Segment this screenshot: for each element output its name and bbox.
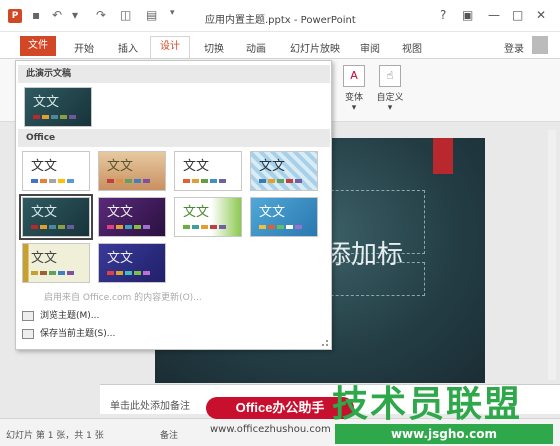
tab-animations[interactable]: 动画 [246,40,266,55]
theme-thumb-organic[interactable]: 文文 [22,243,90,283]
tab-slideshow[interactable]: 幻灯片放映 [290,40,340,55]
resize-grip-icon[interactable] [322,340,328,346]
vertical-scrollbar[interactable] [548,130,556,380]
close-button[interactable]: ✕ [536,8,546,22]
section-this-presentation: 此演示文稿 [18,65,330,83]
customize-label: 自定义 [376,93,404,103]
theme-thumb-current[interactable]: 文文 [24,87,92,127]
variants-icon: A [343,65,365,87]
help-button[interactable]: ? [440,8,446,22]
variants-label: 变体 [344,93,363,103]
watermark-url: www.jsgho.com [335,424,553,444]
save-theme-icon [22,328,34,339]
avatar[interactable] [532,36,548,54]
login-link[interactable]: 登录 [504,40,524,55]
undo-icon[interactable]: ↶ [52,8,62,22]
save-theme-label: 保存当前主题(S)... [40,329,116,339]
theme-thumb-facet[interactable]: 文文 [174,197,242,237]
tab-view[interactable]: 视图 [402,40,422,55]
enable-office-updates-item: 启用来自 Office.com 的内容更新(O)... [44,293,202,303]
tab-transitions[interactable]: 切换 [204,40,224,55]
themes-gallery-dropdown: 此演示文稿 文文 Office 文文 文文 文文 文文 文文 文文 文文 文文 [15,60,332,350]
slide-title-placeholder[interactable]: 添加标 [325,234,403,271]
theme-thumb-wood[interactable]: 文文 [98,151,166,191]
save-icon[interactable]: ▪ [32,8,40,22]
maximize-button[interactable]: □ [512,8,523,22]
watermark-logo-text: 技术员联盟 [332,384,523,425]
customize-qat-icon[interactable]: ▤ [146,8,157,22]
browse-themes-item[interactable]: 浏览主题(M)... [22,309,99,323]
qat-more-icon[interactable]: ▾ [170,8,175,18]
title-bar: P ▪ ↶ ▾ ↷ ◫ ▤ ▾ 应用内置主题.pptx - PowerPoint… [0,0,560,32]
slide-accent-bar [433,138,453,174]
notes-placeholder: 单击此处添加备注 [110,401,190,412]
tab-insert[interactable]: 插入 [118,40,138,55]
chevron-down-icon: ▾ [387,103,393,113]
theme-thumb-office[interactable]: 文文 [22,151,90,191]
notes-toggle-button[interactable]: 备注 [160,428,178,441]
section-office: Office [18,129,330,147]
theme-thumb-pattern[interactable]: 文文 [250,151,318,191]
tab-review[interactable]: 审阅 [360,40,380,55]
dropdown-arrow-icon[interactable]: ▾ [72,8,78,22]
theme-thumb-ion-selected[interactable]: 文文 [19,194,93,240]
browse-themes-label: 浏览主题(M)... [40,311,100,321]
variants-button[interactable]: A 变体 ▾ [340,65,368,113]
chevron-down-icon: ▾ [351,103,357,113]
tab-file[interactable]: 文件 [20,36,56,56]
theme-thumb-blue[interactable]: 文文 [250,197,318,237]
redo-icon[interactable]: ↷ [96,8,106,22]
tab-design[interactable]: 设计 [150,36,190,58]
save-current-theme-item[interactable]: 保存当前主题(S)... [22,327,115,341]
theme-thumb-slice[interactable]: 文文 [98,243,166,283]
minimize-button[interactable]: — [488,8,500,22]
theme-thumb-retrospect[interactable]: 文文 [174,151,242,191]
ribbon-display-options-button[interactable]: ▣ [462,8,473,22]
powerpoint-logo-icon: P [8,9,22,23]
slide-counter: 幻灯片 第 1 张，共 1 张 [6,431,104,441]
theme-thumb-purple[interactable]: 文文 [98,197,166,237]
present-icon[interactable]: ◫ [120,8,131,22]
watermark-url-secondary: www.officezhushou.com [210,424,331,435]
window-title: 应用内置主题.pptx - PowerPoint [205,15,356,26]
customize-button[interactable]: ☝ 自定义 ▾ [376,65,404,113]
customize-icon: ☝ [379,65,401,87]
browse-icon [22,310,34,321]
tab-home[interactable]: 开始 [74,40,94,55]
